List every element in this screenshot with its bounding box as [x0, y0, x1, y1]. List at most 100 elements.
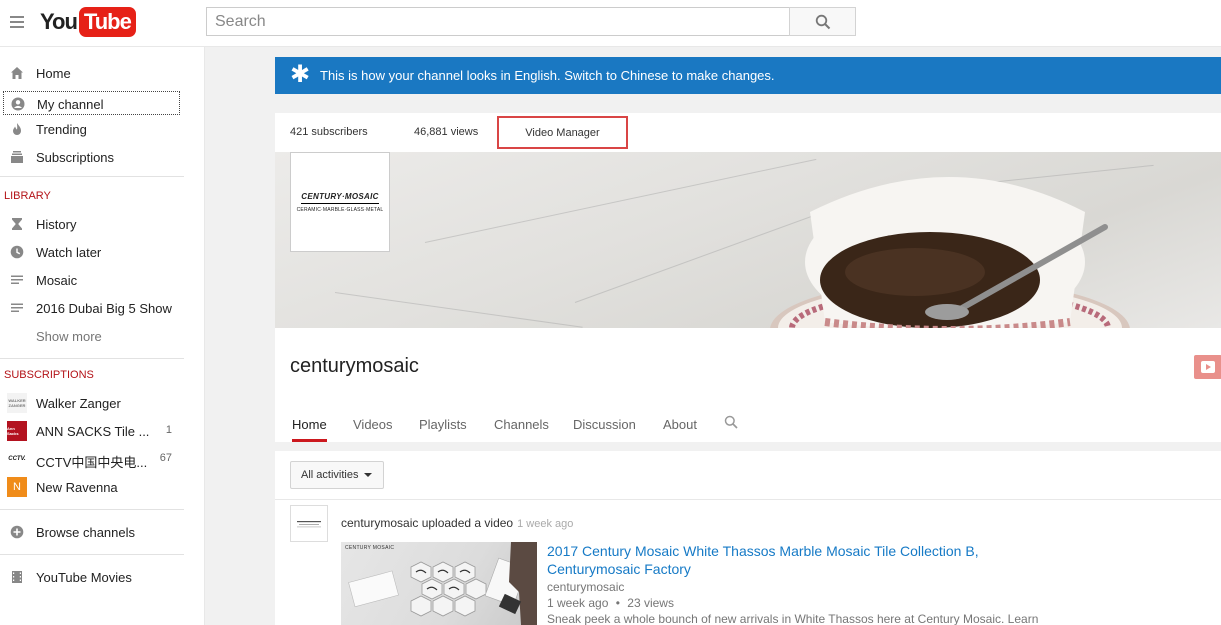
channel-banner: CENTURY·MOSAIC CERAMIC·MARBLE·GLASS·META…: [275, 152, 1221, 328]
video-stats: 1 week ago • 23 views: [547, 596, 674, 610]
video-age: 1 week ago: [547, 596, 609, 610]
sidebar-item-dubai-big-5[interactable]: 2016 Dubai Big 5 Show: [0, 296, 184, 320]
subscription-label: New Ravenna: [36, 480, 118, 495]
channel-header: 421 subscribers 46,881 views Video Manag…: [275, 113, 1221, 442]
home-icon: [11, 67, 23, 79]
channel-avatar[interactable]: [290, 505, 328, 542]
tab-playlists[interactable]: Playlists: [419, 409, 467, 442]
channel-avatar: WALKER ZANGER: [7, 393, 27, 413]
tab-about[interactable]: About: [663, 409, 697, 442]
channel-avatar: Ann Sacks: [7, 421, 27, 441]
sidebar-item-label: Home: [36, 66, 71, 81]
user-icon: [11, 97, 25, 111]
filter-label: All activities: [301, 469, 359, 481]
sidebar-item-label: My channel: [37, 97, 104, 112]
star-icon: ✱: [290, 61, 311, 88]
sidebar-item-label: Subscriptions: [36, 150, 115, 165]
show-more-link[interactable]: Show more: [36, 329, 102, 344]
sidebar-item-label: Mosaic: [36, 273, 78, 288]
playlist-icon: [11, 303, 23, 312]
subscription-walker-zanger[interactable]: WALKER ZANGER Walker Zanger: [0, 391, 184, 415]
subscription-label: Walker Zanger: [36, 396, 121, 411]
separator-dot: •: [615, 596, 620, 610]
clock-icon: [10, 245, 24, 259]
activity-time: 1 week ago: [517, 518, 574, 530]
sidebar-item-label: Browse channels: [36, 525, 135, 540]
top-bar: You Tube: [0, 0, 1221, 47]
search-icon: [815, 14, 830, 29]
sidebar-item-label: History: [36, 217, 77, 232]
caret-down-icon: [364, 473, 373, 477]
channel-tabs: Home Videos Playlists Channels Discussio…: [275, 409, 1221, 442]
view-count: 46,881 views: [414, 126, 479, 138]
sidebar-item-watch-later[interactable]: Watch later: [0, 240, 184, 264]
subscriptions-header: SUBSCRIPTIONS: [4, 369, 94, 381]
language-notice: ✱ This is how your channel looks in Engl…: [275, 57, 1221, 94]
new-video-count: 1: [165, 424, 172, 436]
menu-icon[interactable]: [10, 16, 24, 28]
video-title-link[interactable]: 2017 Century Mosaic White Thassos Marble…: [547, 542, 1007, 578]
flame-icon: [13, 123, 21, 135]
feed-divider: [275, 499, 1221, 500]
sidebar-item-label: 2016 Dubai Big 5 Show: [36, 301, 172, 316]
tab-home[interactable]: Home: [292, 409, 327, 442]
activity-feed: All activities centurymosaic uploaded a …: [275, 451, 1221, 625]
subscribe-play-icon[interactable]: [1194, 355, 1221, 379]
sidebar-item-history[interactable]: History: [0, 212, 184, 236]
notice-message: This is how your channel looks in Englis…: [320, 68, 775, 83]
sidebar-item-home[interactable]: Home: [0, 61, 184, 85]
youtube-logo[interactable]: You Tube: [40, 7, 136, 37]
channel-avatar: CCTV.: [7, 449, 27, 469]
sidebar-item-mosaic[interactable]: Mosaic: [0, 268, 184, 292]
sidebar-divider: [0, 509, 184, 510]
video-thumbnail[interactable]: CENTURY MOSAIC: [341, 542, 537, 625]
activity-text: centurymosaic uploaded a video: [341, 516, 514, 530]
sidebar-item-my-channel[interactable]: My channel: [3, 91, 180, 115]
tab-videos[interactable]: Videos: [353, 409, 393, 442]
video-channel-link[interactable]: centurymosaic: [547, 580, 624, 594]
video-manager-link[interactable]: Video Manager: [497, 116, 628, 149]
logo-brand: CENTURY·MOSAIC: [301, 192, 379, 204]
sidebar-divider: [0, 554, 184, 555]
subscriber-count: 421 subscribers: [290, 126, 368, 138]
search-input[interactable]: [206, 7, 790, 36]
sidebar: Home My channel Trending Subscriptions L…: [0, 47, 205, 625]
playlist-icon: [11, 275, 23, 284]
logo-tagline: CERAMIC·MARBLE·GLASS·METAL: [296, 206, 384, 213]
new-video-count: 67: [159, 452, 172, 464]
channel-stats: 421 subscribers 46,881 views Video Manag…: [275, 113, 1221, 152]
sidebar-item-browse-channels[interactable]: Browse channels: [0, 520, 184, 544]
sidebar-divider: [0, 176, 184, 177]
sidebar-item-youtube-movies[interactable]: YouTube Movies: [0, 565, 184, 589]
hourglass-icon: [12, 218, 22, 230]
subscription-cctv[interactable]: CCTV. CCTV中国中央电... 67: [0, 447, 184, 471]
activities-filter-dropdown[interactable]: All activities: [290, 461, 384, 489]
sidebar-item-subscriptions[interactable]: Subscriptions: [0, 145, 184, 169]
subscription-label: CCTV中国中央电...: [36, 455, 148, 470]
subscriptions-icon: [11, 151, 23, 163]
activity-line: centurymosaic uploaded a video 1 week ago: [341, 516, 573, 530]
search-button[interactable]: [789, 7, 856, 36]
subscription-new-ravenna[interactable]: N New Ravenna: [0, 475, 184, 499]
channel-avatar: N: [7, 477, 27, 497]
tab-discussion[interactable]: Discussion: [573, 409, 636, 442]
sidebar-item-label: Watch later: [36, 245, 102, 260]
channel-logo: CENTURY·MOSAIC CERAMIC·MARBLE·GLASS·META…: [290, 152, 390, 252]
subscription-label: ANN SACKS Tile ...: [36, 424, 150, 439]
logo-you: You: [40, 9, 78, 34]
film-icon: [12, 571, 22, 583]
hexagon-tiles-image: [348, 542, 537, 625]
sidebar-item-label: Trending: [36, 122, 87, 137]
sidebar-divider: [0, 358, 184, 359]
plus-circle-icon: [10, 525, 24, 539]
video-views: 23 views: [627, 596, 674, 610]
subscription-ann-sacks[interactable]: Ann Sacks ANN SACKS Tile ... 1: [0, 419, 184, 443]
search-icon[interactable]: [724, 415, 738, 429]
video-description: Sneak peek a whole bounch of new arrival…: [547, 612, 1039, 625]
tab-channels[interactable]: Channels: [494, 409, 549, 442]
sidebar-item-trending[interactable]: Trending: [0, 117, 184, 141]
logo-tube: Tube: [78, 7, 136, 37]
coffee-cup-image: [770, 177, 1130, 328]
library-header: LIBRARY: [4, 190, 51, 202]
channel-name[interactable]: centurymosaic: [290, 355, 419, 378]
